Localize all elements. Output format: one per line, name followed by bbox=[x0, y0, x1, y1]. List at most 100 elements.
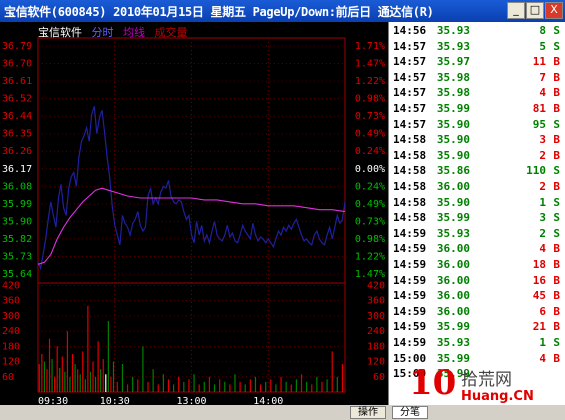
quote-price: 35.86 bbox=[436, 164, 470, 178]
percent-tick-label: 1.22% bbox=[355, 76, 385, 87]
quote-volume: 6 bbox=[539, 304, 546, 318]
quote-row[interactable]: 14:57 35.93 5 S bbox=[389, 40, 565, 56]
tick-quote-panel[interactable]: 14:56 35.93 8 S 14:57 35.93 5 S 14:57 35.97 11 B 14:… bbox=[388, 22, 565, 420]
quote-price: 35.98 bbox=[436, 70, 470, 84]
quote-row[interactable]: 14:59 36.00 16 B bbox=[389, 274, 565, 290]
quote-time: 14:57 bbox=[393, 86, 427, 100]
price-tick-label: 35.64 bbox=[2, 269, 32, 280]
quote-row[interactable]: 14:57 35.90 95 S bbox=[389, 118, 565, 134]
quote-side: B bbox=[553, 133, 560, 147]
quote-time: 14:58 bbox=[393, 195, 427, 209]
quote-side: B bbox=[553, 55, 560, 69]
quote-row[interactable]: 14:57 35.97 11 B bbox=[389, 55, 565, 71]
quote-time: 14:57 bbox=[393, 39, 427, 53]
quote-side: B bbox=[553, 148, 560, 162]
quote-row[interactable]: 14:58 35.90 3 B bbox=[389, 133, 565, 149]
quote-price: 36.00 bbox=[436, 258, 470, 271]
quote-row[interactable]: 14:58 35.90 2 B bbox=[389, 149, 565, 165]
quote-side: B bbox=[553, 304, 560, 318]
quote-row[interactable]: 14:59 36.00 18 B bbox=[389, 258, 565, 274]
quote-row[interactable]: 14:59 36.00 45 B bbox=[389, 289, 565, 305]
price-tick-label: 36.61 bbox=[2, 76, 32, 87]
quote-row[interactable]: 14:57 35.99 81 B bbox=[389, 102, 565, 118]
quote-volume: 2 bbox=[539, 180, 546, 193]
volume-tick-label-right: 420 bbox=[367, 281, 385, 292]
quote-row[interactable]: 14:58 35.99 3 S bbox=[389, 211, 565, 227]
quote-volume: 95 bbox=[532, 117, 546, 131]
volume-tick-label: 240 bbox=[2, 326, 20, 337]
quote-row[interactable]: 14:56 35.93 8 S bbox=[389, 24, 565, 40]
price-tick-label: 35.73 bbox=[2, 251, 32, 262]
quote-row[interactable]: 14:58 36.00 2 B bbox=[389, 180, 565, 196]
quote-volume: 7 bbox=[539, 70, 546, 84]
quote-volume: 1 bbox=[539, 195, 546, 209]
quote-side: S bbox=[553, 226, 560, 240]
quote-row[interactable]: 14:57 35.98 7 B bbox=[389, 71, 565, 87]
quote-time: 14:59 bbox=[393, 226, 427, 240]
quote-time: 14:58 bbox=[393, 133, 427, 147]
volume-tick-label: 420 bbox=[2, 281, 20, 292]
quote-side: B bbox=[553, 242, 560, 256]
volume-tick-label-right: 180 bbox=[367, 341, 385, 352]
quote-side: S bbox=[553, 336, 560, 349]
price-tick-label: 36.44 bbox=[2, 111, 32, 122]
percent-tick-label: 1.22% bbox=[355, 251, 385, 262]
quote-row[interactable]: 14:59 35.93 1 S bbox=[389, 336, 565, 352]
percent-tick-label: 0.24% bbox=[355, 146, 385, 157]
title-bar: 宝信软件(600845) 2010年01月15日 星期五 PageUp/Down… bbox=[0, 0, 565, 22]
quote-side: B bbox=[553, 273, 560, 287]
quote-volume: 2 bbox=[539, 148, 546, 162]
price-tick-label: 35.90 bbox=[2, 216, 32, 227]
quote-price: 35.99 bbox=[436, 320, 470, 334]
quote-price: 36.00 bbox=[436, 289, 470, 303]
quote-price: 35.93 bbox=[436, 226, 470, 240]
quote-row[interactable]: 14:58 35.90 1 S bbox=[389, 196, 565, 212]
price-tick-label: 35.99 bbox=[2, 199, 32, 210]
quote-time: 14:59 bbox=[393, 336, 427, 349]
chart-area[interactable]: 宝信软件 分时 均线 成交量 36.79 1.71% 36.70 1.47% 36.61… bbox=[0, 22, 388, 420]
close-button[interactable]: X bbox=[545, 2, 563, 19]
minimize-button[interactable]: _ bbox=[507, 2, 525, 19]
volume-tick-label-right: 120 bbox=[367, 357, 385, 368]
quote-price: 36.00 bbox=[436, 180, 470, 193]
quote-time: 14:58 bbox=[393, 148, 427, 162]
quote-side: S bbox=[553, 211, 560, 225]
quote-row[interactable]: 14:59 36.00 6 B bbox=[389, 305, 565, 321]
quote-time: 14:59 bbox=[393, 289, 427, 303]
quote-volume: 8 bbox=[539, 24, 546, 37]
window-title: 宝信软件(600845) 2010年01月15日 星期五 PageUp/Down… bbox=[4, 5, 434, 19]
quote-volume: 18 bbox=[532, 258, 546, 271]
price-tick-label: 36.35 bbox=[2, 129, 32, 140]
volume-tick-label: 300 bbox=[2, 311, 20, 322]
volume-tick-label-right: 60 bbox=[373, 372, 385, 383]
maximize-button[interactable]: □ bbox=[526, 2, 544, 19]
quote-time: 14:58 bbox=[393, 164, 427, 178]
quote-row[interactable]: 14:58 35.86 110 S bbox=[389, 164, 565, 180]
quote-side: B bbox=[553, 258, 560, 271]
quote-time: 14:56 bbox=[393, 24, 427, 37]
quote-volume: 81 bbox=[532, 102, 546, 115]
quote-row[interactable]: 14:57 35.98 4 B bbox=[389, 86, 565, 102]
quote-price: 35.97 bbox=[436, 55, 470, 69]
time-tick-label: 14:00 bbox=[253, 396, 283, 405]
quote-price: 36.00 bbox=[436, 304, 470, 318]
quote-volume: 3 bbox=[539, 211, 546, 225]
time-tick-label: 13:00 bbox=[176, 396, 206, 405]
quote-side: S bbox=[553, 195, 560, 209]
volume-tick-label-right: 240 bbox=[367, 326, 385, 337]
watermark-cn-text: 拾荒网 bbox=[461, 370, 512, 390]
quote-side: B bbox=[553, 102, 560, 115]
percent-tick-label: 0.49% bbox=[355, 129, 385, 140]
quote-row[interactable]: 14:59 36.00 4 B bbox=[389, 242, 565, 258]
quote-row[interactable]: 14:59 35.93 2 S bbox=[389, 227, 565, 243]
volume-tick-label: 360 bbox=[2, 296, 20, 307]
quote-side: B bbox=[553, 289, 560, 303]
quote-side: B bbox=[553, 86, 560, 100]
percent-tick-label: 0.00% bbox=[355, 164, 385, 175]
quote-row[interactable]: 14:59 35.99 21 B bbox=[389, 320, 565, 336]
price-tick-label: 36.79 bbox=[2, 41, 32, 52]
quote-time: 14:59 bbox=[393, 258, 427, 271]
volume-tick-label: 120 bbox=[2, 357, 20, 368]
watermark-logo: 10 拾荒网 Huang.CN bbox=[409, 363, 559, 413]
tab-operations[interactable]: 操作 bbox=[350, 406, 386, 419]
